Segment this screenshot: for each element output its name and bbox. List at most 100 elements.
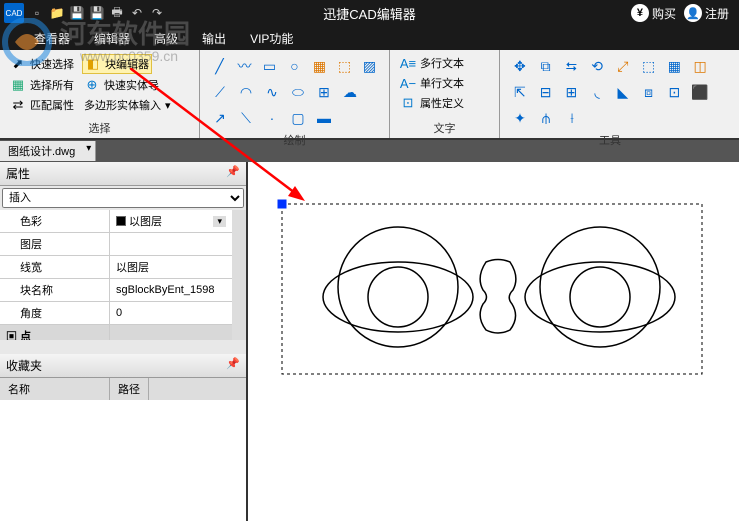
break-icon[interactable]: ⊟ [536,82,556,102]
qat-save-icon[interactable]: 💾 [68,4,86,22]
quick-entity-button[interactable]: ⊕快速实体导 [82,76,161,94]
main-area: 属性 📌 插入 色彩 以图层▾ 图层 线宽 以图层 块名称 sgBlock [0,162,739,521]
circle-icon[interactable]: ○ [285,56,304,76]
dropdown-icon: ▾ [165,99,171,112]
array-icon[interactable]: ⊡ [665,82,685,102]
attr-def-button[interactable]: ⊡属性定义 [398,94,491,112]
fav-col-name[interactable]: 名称 [0,378,110,400]
menu-bar: 查看器 编辑器 高级 输出 VIP功能 [0,26,739,50]
explode-icon[interactable]: ✦ [510,108,530,128]
multiline-text-button[interactable]: A≡多行文本 [398,54,491,72]
menu-advanced[interactable]: 高级 [150,28,182,49]
singleline-text-button[interactable]: A−单行文本 [398,74,491,92]
poly-entity-button[interactable]: 多边形实体输入▾ [82,96,173,114]
ray-icon[interactable]: ↗ [210,108,230,128]
spline-icon[interactable]: ∿ [262,82,282,102]
properties-panel-header: 属性 📌 [0,162,246,186]
qat-undo-icon[interactable]: ↶ [128,4,146,22]
quick-select-button[interactable]: ⬈快速选择 [8,54,76,74]
group-label-text: 文字 [398,118,491,136]
quick-access-toolbar: ▫ 📁 💾 💾 🖶 ↶ ↷ [28,4,166,22]
tool8-icon[interactable]: ◫ [690,56,710,76]
document-tab[interactable]: 图纸设计.dwg ▾ [0,141,96,161]
drawing-canvas[interactable] [248,162,739,521]
prop-row-angle[interactable]: 角度 0 [0,302,232,325]
fillet-icon[interactable]: ◟ [587,82,607,102]
menu-editor[interactable]: 编辑器 [90,28,134,49]
menu-vip[interactable]: VIP功能 [246,28,297,49]
scale-icon[interactable]: ⤢ [613,56,633,76]
favorites-columns: 名称 路径 [0,378,246,400]
block-editor-button[interactable]: ◧块编辑器 [82,54,152,74]
grid-icon[interactable]: ⊞ [314,82,334,102]
pin-icon[interactable]: 📌 [226,357,240,374]
trim-icon[interactable]: ⬚ [639,56,659,76]
align-icon[interactable]: ⫛ [536,108,556,128]
app-title: 迅捷CAD编辑器 [323,4,415,23]
xline-icon[interactable]: ⟍ [236,108,256,128]
entity-icon: ⊕ [84,77,100,93]
measure-icon[interactable]: ⟊ [562,108,582,128]
selection-grip[interactable] [278,200,286,208]
fav-col-path[interactable]: 路径 [110,378,149,400]
match-props-button[interactable]: ⇄匹配属性 [8,96,76,114]
rotate-icon[interactable]: ⟲ [587,56,607,76]
cursor-icon: ⬈ [10,56,26,72]
qat-open-icon[interactable]: 📁 [48,4,66,22]
extend-icon[interactable]: ▦ [665,56,685,76]
drawing-shape-right [525,227,675,347]
prop-row-color[interactable]: 色彩 以图层▾ [0,210,232,233]
cloud-icon[interactable]: ☁ [340,82,360,102]
ribbon-group-select: ⬈快速选择 ◧块编辑器 ▦选择所有 ⊕快速实体导 ⇄匹配属性 多边形实体输入▾ … [0,50,200,138]
menu-output[interactable]: 输出 [198,28,230,49]
favorites-panel-header: 收藏夹 📌 [0,354,246,378]
properties-table: 色彩 以图层▾ 图层 线宽 以图层 块名称 sgBlockByEnt_1598 … [0,210,246,340]
buy-button[interactable]: ¥ 购买 [631,4,676,22]
chamfer-icon[interactable]: ◣ [613,82,633,102]
prop-row-blockname[interactable]: 块名称 sgBlockByEnt_1598 [0,279,232,302]
mirror-icon[interactable]: ⮀ [562,56,582,76]
prop-row-point[interactable]: ▣ 点 [0,325,232,340]
rect-icon[interactable]: ▭ [260,56,279,76]
tab-dropdown-icon[interactable]: ▾ [86,143,91,154]
insert-combo[interactable]: 插入 [2,188,244,208]
canvas-svg [248,162,739,521]
box-icon[interactable]: ▢ [288,108,308,128]
offset-icon[interactable]: ⧈ [639,82,659,102]
ribbon-group-tools: ✥ ⧉ ⮀ ⟲ ⤢ ⬚ ▦ ◫ ⇱ ⊟ ⊞ ◟ ◣ ⧈ ⊡ ⬛ ✦ ⫛ [500,50,720,138]
fill-icon[interactable]: ▬ [314,108,334,128]
group-label-draw: 绘制 [208,130,381,148]
prop-row-layer[interactable]: 图层 [0,233,232,256]
qat-print-icon[interactable]: 🖶 [108,4,126,22]
ribbon-group-text: A≡多行文本 A−单行文本 ⊡属性定义 文字 [390,50,500,138]
title-bar: CAD ▫ 📁 💾 💾 🖶 ↶ ↷ 迅捷CAD编辑器 ¥ 购买 👤 注册 [0,0,739,26]
join-icon[interactable]: ⊞ [562,82,582,102]
register-button[interactable]: 👤 注册 [684,4,729,22]
hatch-icon[interactable]: ▨ [360,56,379,76]
dropdown-icon[interactable]: ▾ [213,216,226,227]
stretch-icon[interactable]: ⇱ [510,82,530,102]
user-icon: 👤 [684,4,702,22]
line-icon[interactable]: ╱ [210,56,229,76]
pattern-icon[interactable]: ▦ [310,56,329,76]
copy-icon[interactable]: ⧉ [536,56,556,76]
arc-icon[interactable]: ◠ [236,82,256,102]
curve-icon[interactable]: 〰 [235,56,254,76]
group-label-tools: 工具 [508,130,712,148]
qat-new-icon[interactable]: ▫ [28,4,46,22]
select-all-button[interactable]: ▦选择所有 [8,76,76,94]
menu-viewer[interactable]: 查看器 [30,28,74,49]
dot-icon[interactable]: · [262,108,282,128]
tool16-icon[interactable]: ⬛ [690,82,710,102]
qat-saveas-icon[interactable]: 💾 [88,4,106,22]
selection-rect [282,204,702,374]
polyline-icon[interactable]: ⟋ [210,82,230,102]
qat-redo-icon[interactable]: ↷ [148,4,166,22]
select-all-icon: ▦ [10,77,26,93]
prop-row-lineweight[interactable]: 线宽 以图层 [0,256,232,279]
pin-icon[interactable]: 📌 [226,165,240,182]
ellipse-icon[interactable]: ⬭ [288,82,308,102]
region-icon[interactable]: ⬚ [335,56,354,76]
move-icon[interactable]: ✥ [510,56,530,76]
currency-icon: ¥ [631,4,649,22]
